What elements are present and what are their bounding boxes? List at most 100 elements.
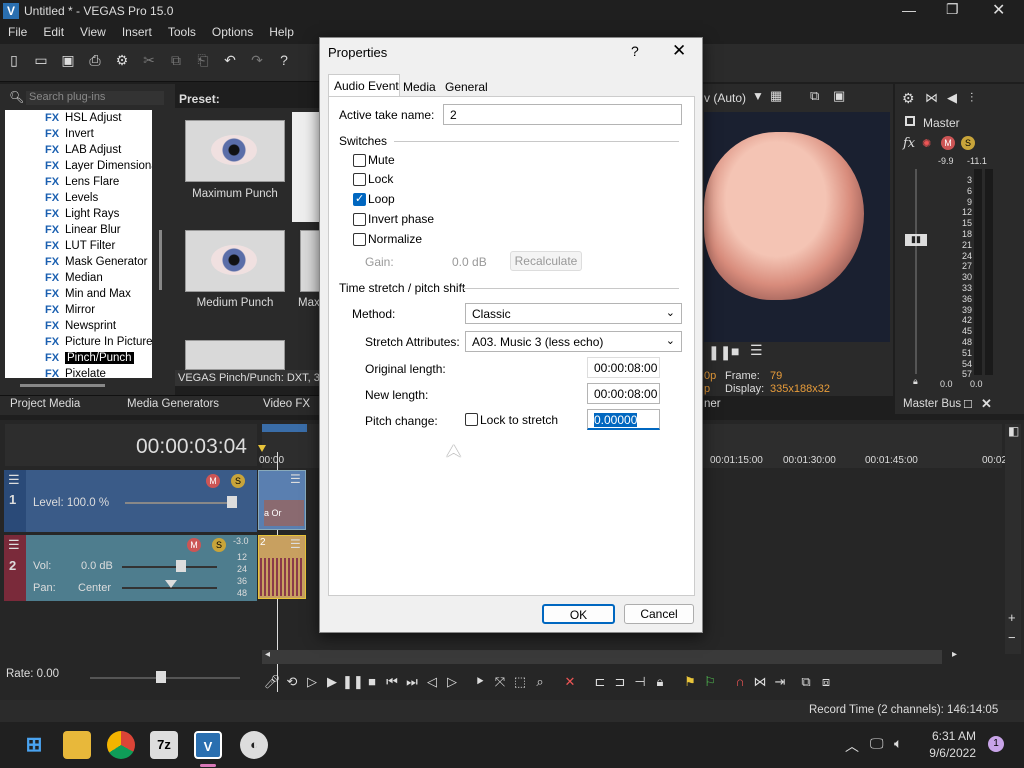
ignore-grouping-icon[interactable]: ⧈ (816, 674, 836, 690)
preset-thumb-extra[interactable] (185, 340, 285, 370)
trim-start-icon[interactable]: ⊏ (590, 674, 610, 690)
preset-thumb-maximum-punch[interactable] (185, 120, 285, 182)
tab-media[interactable]: Media (403, 80, 436, 94)
plugin-list-item[interactable]: FX Pixelate (5, 366, 152, 378)
solo-button-icon[interactable]: S (961, 136, 975, 150)
play-icon[interactable]: ▶ (322, 674, 342, 690)
track-menu-icon[interactable]: ☰ (8, 537, 20, 553)
preset-thumb-partial[interactable] (300, 230, 320, 292)
loop-checkbox[interactable] (353, 192, 366, 206)
app-icon[interactable]: ◐ (240, 731, 268, 759)
invert-phase-checkbox[interactable] (353, 213, 366, 226)
lock-to-stretch-checkbox[interactable] (465, 413, 478, 426)
tab-project-media[interactable]: Project Media (10, 398, 80, 410)
paste-icon[interactable]: ⎗ (192, 52, 214, 74)
volume-icon[interactable]: 🔈︎ (894, 735, 902, 752)
restore-icon[interactable]: ❐ (946, 1, 959, 18)
zoom-out-icon[interactable]: − (1008, 630, 1016, 645)
save-icon[interactable]: ▣ (57, 52, 79, 74)
track-2-solo-icon[interactable]: S (212, 538, 226, 552)
stop-icon[interactable]: ■ (362, 674, 382, 689)
plugin-list-item[interactable]: FX Min and Max (5, 286, 152, 302)
fx-icon[interactable]: fx (903, 136, 915, 151)
plugin-list-item[interactable]: FX Levels (5, 190, 152, 206)
stop-icon[interactable]: ■ (731, 343, 739, 359)
open-icon[interactable]: ▭ (30, 52, 52, 74)
7zip-icon[interactable]: 7z (150, 731, 178, 759)
tab-media-generators[interactable]: Media Generators (127, 398, 219, 410)
timeline-hscroll[interactable] (262, 650, 942, 664)
rate-thumb[interactable] (156, 671, 166, 683)
plugin-list-item[interactable]: FX Newsprint (5, 318, 152, 334)
grid-icon[interactable]: ▦ (770, 88, 782, 104)
speaker-icon[interactable]: ◀ (947, 90, 957, 106)
prev-frame-icon[interactable]: ◁ (422, 674, 442, 690)
automation-icon[interactable]: ✺ (922, 137, 931, 150)
auto-crossfade-icon[interactable]: ⋈ (750, 674, 770, 690)
minimize-icon[interactable]: — (902, 2, 916, 18)
tab-master-bus[interactable]: Master Bus (903, 398, 961, 410)
zoom-in-icon[interactable]: + (1008, 610, 1016, 625)
track-1-solo-icon[interactable]: S (231, 474, 245, 488)
play-from-start-icon[interactable]: ▷ (302, 674, 322, 690)
clip-menu-icon[interactable]: ☰ (290, 537, 301, 551)
preset-thumb-medium-punch[interactable] (185, 230, 285, 292)
close-panel-icon[interactable]: ✕ (981, 396, 992, 412)
zoom-tool-icon[interactable]: ⌕ (530, 674, 550, 690)
master-checkbox[interactable] (905, 116, 915, 126)
recalculate-button[interactable]: Recalculate (510, 251, 582, 271)
envelope-tool-icon[interactable]: ⤧ (490, 674, 510, 690)
plugin-list-hscroll[interactable] (20, 384, 105, 387)
insert-marker-icon[interactable]: ⚑ (680, 674, 700, 690)
loop-playback-icon[interactable]: ⟲ (282, 674, 302, 690)
pan-thumb[interactable] (165, 580, 177, 588)
scroll-right-icon[interactable]: ▸ (952, 649, 957, 660)
clip-menu-icon[interactable]: ☰ (290, 472, 301, 486)
plugin-list-item[interactable]: FX Lens Flare (5, 174, 152, 190)
go-end-icon[interactable]: ⏭ (402, 674, 422, 690)
delete-icon[interactable]: ✕ (560, 674, 580, 690)
cancel-button[interactable]: Cancel (624, 604, 694, 624)
track-1-mute-icon[interactable]: M (206, 474, 220, 488)
clock-date[interactable]: 9/6/2022 (922, 746, 976, 760)
next-frame-icon[interactable]: ▷ (442, 674, 462, 690)
dropdown-arrow-icon[interactable]: ▼ (752, 89, 764, 103)
settings-icon[interactable]: ⚙ (902, 90, 915, 107)
stretch-attr-select[interactable]: A03. Music 3 (less echo) ⌄ (465, 331, 682, 352)
menu-view[interactable]: View (72, 22, 114, 39)
marker-icon[interactable] (258, 445, 266, 452)
mute-button-icon[interactable]: M (941, 136, 955, 150)
ripple-edit-icon[interactable]: ⇥ (770, 674, 790, 690)
settings-icon[interactable]: ⚙ (111, 52, 133, 74)
vol-slider[interactable] (122, 566, 217, 568)
menu-edit[interactable]: Edit (35, 22, 72, 39)
plugin-list-item[interactable]: FX Linear Blur (5, 222, 152, 238)
lock-icon[interactable]: 🔒︎ (913, 376, 918, 387)
track-1-level-thumb[interactable] (227, 496, 237, 508)
track-2-mute-icon[interactable]: M (187, 538, 201, 552)
dialog-help-button[interactable]: ? (631, 43, 639, 59)
copy-icon[interactable]: ⧉ (165, 52, 187, 74)
plugin-list-item[interactable]: FX Mirror (5, 302, 152, 318)
plugin-list-item[interactable]: FX LAB Adjust (5, 142, 152, 158)
tab-general[interactable]: General (445, 80, 488, 94)
selection-tool-icon[interactable]: ⬚ (510, 674, 530, 690)
pitch-change-input[interactable]: 0.00000 (587, 409, 660, 430)
active-take-input[interactable]: 2 (443, 104, 682, 125)
tray-chevron-icon[interactable]: ︿ (845, 736, 859, 756)
plugin-list-item[interactable]: FX Layer Dimensional (5, 158, 152, 174)
cut-icon[interactable]: ✂ (138, 52, 160, 74)
normal-edit-tool-icon[interactable]: ⯈ (470, 674, 490, 690)
plugin-list-item[interactable]: FX Invert (5, 126, 152, 142)
vegas-taskbar-icon[interactable]: V (194, 731, 222, 759)
search-input[interactable]: Search plug-ins (26, 91, 164, 105)
plugin-list-item[interactable]: FX Light Rays (5, 206, 152, 222)
track-menu-icon[interactable]: ☰ (8, 472, 20, 488)
go-start-icon[interactable]: ⏮ (382, 674, 402, 690)
loop-region[interactable] (262, 424, 307, 432)
lock-envelopes-icon[interactable]: ⧉ (796, 674, 816, 690)
help-icon[interactable]: ? (273, 52, 295, 74)
mute-icon[interactable]: ⋈ (925, 90, 938, 106)
chrome-icon[interactable] (107, 731, 135, 759)
new-icon[interactable]: ▯ (3, 52, 25, 74)
